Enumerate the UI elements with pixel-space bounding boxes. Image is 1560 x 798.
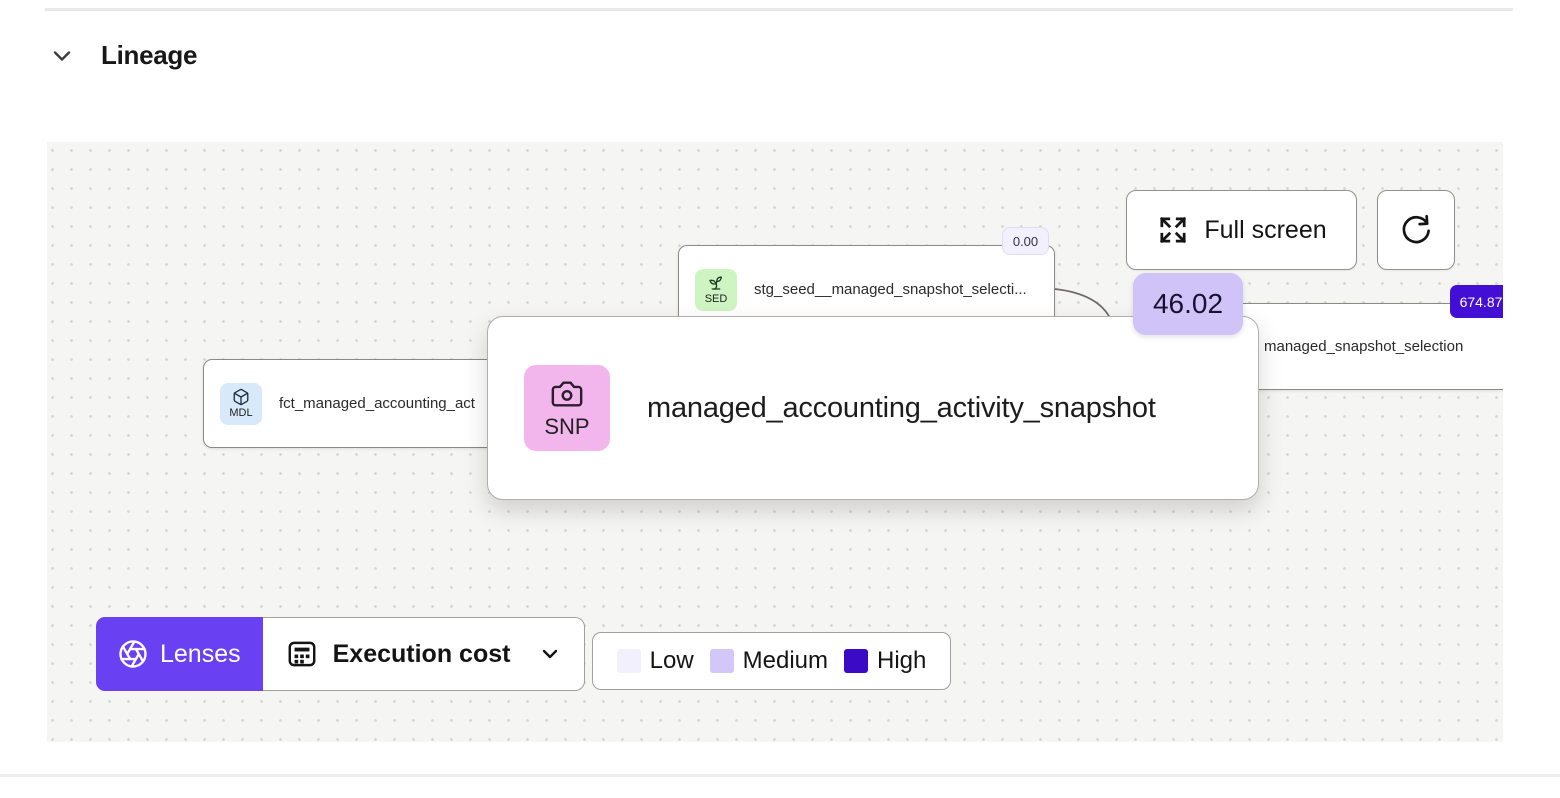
cost-legend: Low Medium High [592, 632, 951, 690]
snapshot-type-badge: SNP [524, 365, 610, 451]
legend-item-low: Low [616, 647, 694, 675]
node-label: fct_managed_accounting_act [279, 395, 475, 412]
cost-badge-medium: 46.02 [1133, 273, 1243, 335]
selected-lens-label: Execution cost [332, 639, 511, 668]
node-type-label: SED [704, 293, 728, 305]
expand-arrows-icon [1156, 213, 1190, 247]
legend-swatch-medium [709, 649, 734, 673]
lineage-section-header: Lineage [47, 40, 197, 71]
full-screen-button[interactable]: Full screen [1126, 190, 1357, 270]
hover-card-title: managed_accounting_activity_snapshot [647, 391, 1156, 424]
camera-icon [550, 377, 584, 411]
aperture-icon [118, 639, 148, 669]
node-type-label: MDL [229, 407, 253, 419]
seedling-icon [707, 274, 725, 292]
full-screen-label: Full screen [1204, 215, 1327, 244]
seed-type-badge: SED [695, 268, 737, 311]
legend-swatch-high [844, 649, 869, 673]
model-type-badge: MDL [220, 382, 262, 425]
lens-selector-dropdown[interactable]: Execution cost [262, 617, 585, 691]
chevron-down-icon [48, 42, 76, 70]
cost-badge-high: 674.87 [1450, 285, 1503, 318]
cost-badge-low: 0.00 [1002, 227, 1049, 255]
node-hover-card: SNP managed_accounting_activity_snapshot [487, 316, 1259, 500]
lineage-canvas[interactable]: managed_snapshot_selection 674.87 SED st… [47, 142, 1503, 742]
lenses-label: Lenses [160, 639, 241, 668]
bottom-divider [0, 774, 1560, 777]
lens-bar: Lenses Execution cost [96, 617, 585, 691]
legend-item-high: High [844, 647, 926, 675]
legend-item-medium: Medium [709, 647, 828, 675]
legend-swatch-low [616, 649, 641, 673]
lenses-button[interactable]: Lenses [96, 617, 263, 691]
refresh-button[interactable] [1377, 190, 1455, 270]
chevron-down-icon [538, 642, 562, 666]
page-title: Lineage [101, 40, 198, 70]
cube-icon [232, 388, 250, 406]
top-divider [45, 8, 1513, 11]
refresh-icon [1398, 212, 1434, 248]
node-label: stg_seed__managed_snapshot_selecti... [754, 281, 1027, 298]
node-label: managed_snapshot_selection [1264, 338, 1464, 355]
calculator-icon [285, 637, 319, 671]
collapse-section-button[interactable] [47, 41, 77, 71]
node-type-label: SNP [544, 413, 590, 439]
